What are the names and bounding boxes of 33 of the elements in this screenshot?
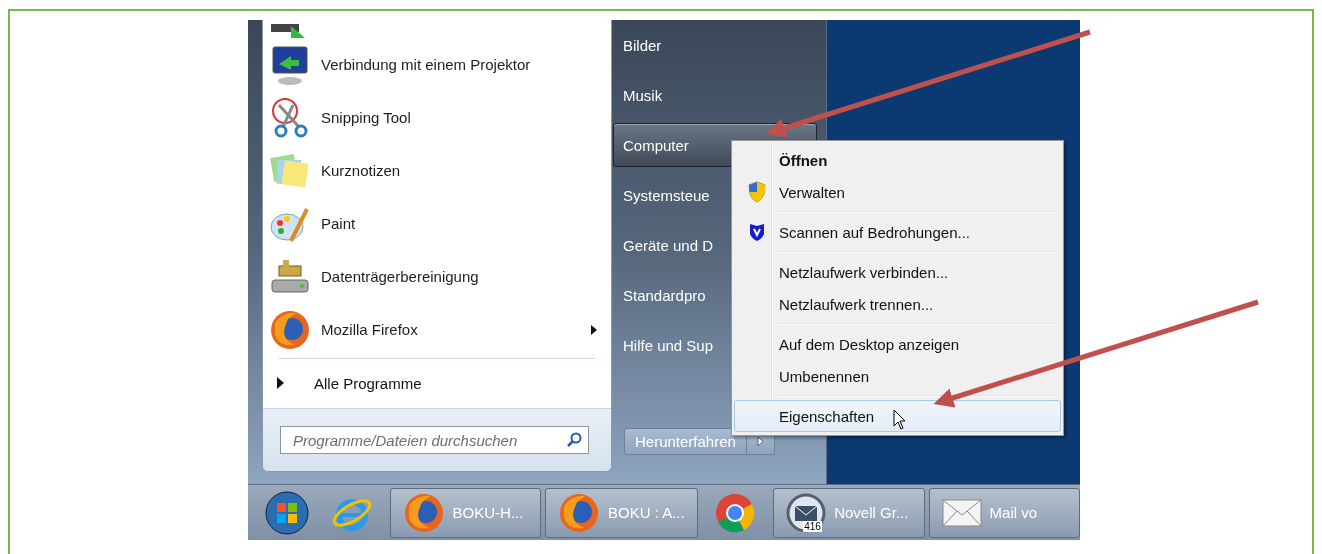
program-item[interactable]: Kurznotizen <box>263 144 611 197</box>
chrome-logo-icon[interactable] <box>714 491 757 534</box>
menu-item[interactable]: Umbenennen <box>734 360 1061 392</box>
search-icon <box>566 432 582 448</box>
program-item[interactable]: Mozilla Firefox <box>263 303 611 356</box>
unread-count-badge: 416 <box>803 520 822 532</box>
triangle-arrow-icon <box>756 436 764 447</box>
menu-item[interactable]: Verwalten <box>734 176 1061 208</box>
all-programs-item[interactable]: Alle Programme <box>263 359 611 407</box>
envelope-icon[interactable] <box>941 498 982 527</box>
submenu-arrow-icon <box>591 324 597 335</box>
program-item[interactable]: Paint <box>263 197 611 250</box>
shield-icon <box>747 181 767 203</box>
windows-start-orb-icon[interactable] <box>264 489 310 536</box>
firefox-logo-icon <box>557 491 600 534</box>
program-item[interactable]: Verbindung mit einem Projektor <box>263 38 611 91</box>
firefox-logo-icon <box>269 308 311 351</box>
firefox-logo-icon <box>402 491 445 534</box>
mouse-pointer-icon <box>893 409 907 431</box>
program-item[interactable]: Datenträgerbereinigung <box>263 250 611 303</box>
taskbar-button[interactable]: Novell Gr... 416 <box>773 487 925 538</box>
menu-item[interactable]: Netzlaufwerk verbinden... <box>734 256 1061 288</box>
expand-arrow-icon <box>277 377 284 389</box>
program-item[interactable]: Snipping Tool <box>263 91 611 144</box>
search-field[interactable]: Programme/Dateien durchsuchen <box>280 426 589 454</box>
start-menu-link[interactable]: Bilder <box>613 20 817 70</box>
start-menu-link[interactable]: Musik <box>613 70 817 120</box>
menu-item[interactable]: Netzlaufwerk trennen... <box>734 288 1061 320</box>
menu-item[interactable]: Eigenschaften <box>734 400 1061 432</box>
projector-monitor-icon <box>269 43 311 86</box>
menu-item[interactable]: Auf dem Desktop anzeigen <box>734 328 1061 360</box>
antivirus-shield-icon <box>748 222 766 242</box>
menu-item[interactable]: Scannen auf Bedrohungen... <box>734 216 1061 248</box>
